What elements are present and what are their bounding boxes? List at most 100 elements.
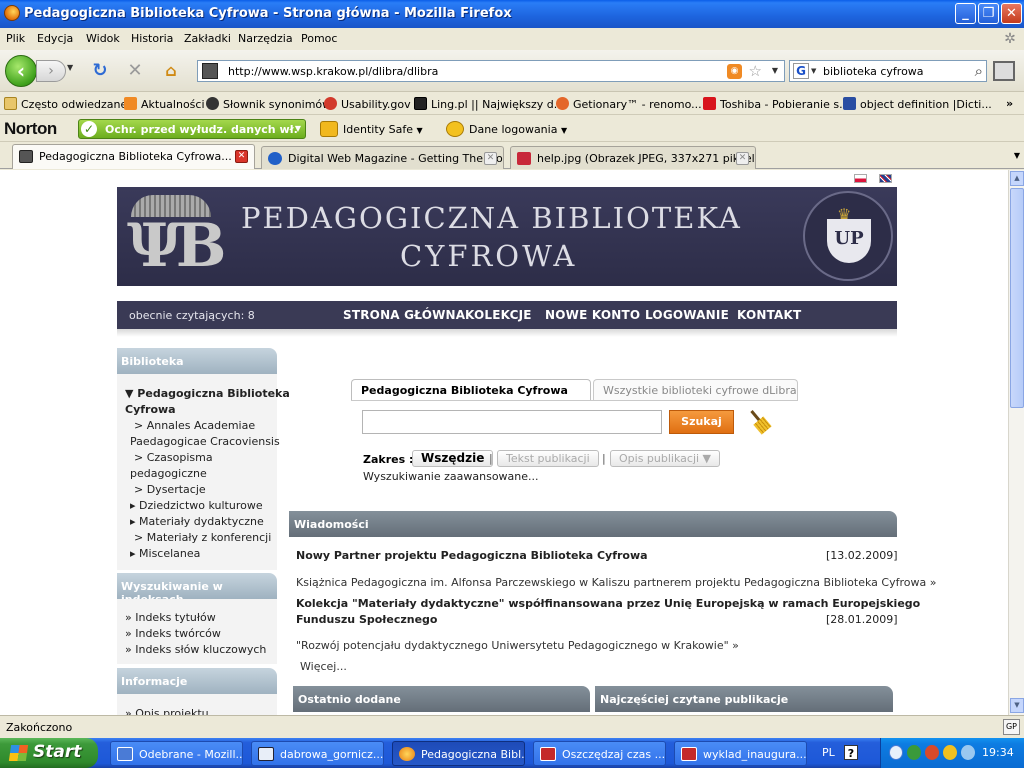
tab-list-dropdown-icon[interactable]: ▼ (1014, 151, 1020, 160)
search-button[interactable]: Szukaj (669, 410, 734, 434)
scroll-down-icon[interactable]: ▼ (1010, 698, 1024, 713)
menu-plik[interactable]: Plik (6, 32, 25, 45)
scroll-up-icon[interactable]: ▲ (1010, 171, 1024, 186)
tray-arrow-icon[interactable] (889, 745, 903, 760)
nav-logowanie[interactable]: LOGOWANIE (645, 308, 729, 322)
tab-pedagogiczna[interactable]: Pedagogiczna Biblioteka Cyfrowa... ✕ (12, 144, 255, 169)
sidebar-root-collection[interactable]: ▼ Pedagogiczna Biblioteka (125, 387, 290, 400)
sidebar-item-dziedzictwo[interactable]: ▸ Dziedzictwo kulturowe (130, 499, 263, 512)
nav-kolekcje[interactable]: KOLEKCJE (465, 308, 532, 322)
news-item-title[interactable]: Nowy Partner projektu Pedagogiczna Bibli… (296, 549, 648, 562)
taskbar-item-odebrane[interactable]: Odebrane - Mozill... (110, 741, 243, 766)
bookmark-object-definition[interactable]: object definition |Dicti... (843, 97, 992, 111)
menu-pomoc[interactable]: Pomoc (301, 32, 337, 45)
clear-broom-icon[interactable] (748, 409, 772, 435)
sidebar-item-czasopisma[interactable]: > Czasopisma (134, 451, 213, 464)
menu-zakladki[interactable]: Zakładki (184, 32, 231, 45)
sidebar-item-annales-line2[interactable]: Paedagogicae Cracoviensis (130, 435, 280, 448)
taskbar-item-pedagogiczna[interactable]: Pedagogiczna Bibl... (392, 741, 525, 766)
bookmark-star-icon[interactable]: ☆ (749, 62, 762, 80)
menu-narzedzia[interactable]: Narzędzia (238, 32, 293, 45)
bookmark-slownik[interactable]: Słownik synonimów (206, 97, 331, 111)
engine-dropdown-icon[interactable]: ▼ (811, 67, 816, 75)
magnifier-icon[interactable]: ⌕ (975, 62, 983, 80)
vertical-scrollbar[interactable]: ▲ ▼ (1008, 170, 1024, 715)
sidebar-item-miscelanea[interactable]: ▸ Miscelanea (130, 547, 200, 560)
search-box[interactable]: G ▼ biblioteka cyfrowa ⌕ (789, 60, 987, 82)
sidebar-item-annales[interactable]: > Annales Academiae (134, 419, 255, 432)
norton-phishing-status[interactable]: ✓ Ochr. przed wyłudz. danych wł. ▼ (78, 119, 306, 139)
sidebar-item-dysertacje[interactable]: > Dysertacje (134, 483, 206, 496)
home-icon[interactable]: ⌂ (160, 60, 182, 82)
advanced-search-link[interactable]: Wyszukiwanie zaawansowane... (363, 470, 539, 483)
sidebar-item-materialy-dydaktyczne[interactable]: ▸ Materiały dydaktyczne (130, 515, 264, 528)
menu-widok[interactable]: Widok (86, 32, 120, 45)
search-tab-all-libraries[interactable]: Wszystkie biblioteki cyfrowe dLibra (593, 379, 798, 401)
rss-feed-icon[interactable]: ◉ (727, 64, 742, 79)
bookmarks-more-chevron[interactable]: » (1006, 97, 1013, 110)
search-input[interactable] (362, 410, 662, 434)
taskbar-item-dabrowa[interactable]: dabrowa_gornicz... (251, 741, 384, 766)
tray-volume-icon[interactable] (961, 745, 975, 760)
language-indicator[interactable]: PL (822, 746, 835, 759)
nav-nowe-konto[interactable]: NOWE KONTO (545, 308, 640, 322)
news-item-title[interactable]: Kolekcja "Materiały dydaktyczne" współfi… (296, 597, 920, 610)
nav-kontakt[interactable]: KONTAKT (737, 308, 801, 322)
identity-safe-button[interactable]: Identity Safe ▼ (320, 121, 423, 137)
sidebar-item-materialy-konferencji[interactable]: > Materiały z konferencji (134, 531, 271, 544)
tab-digital-web[interactable]: Digital Web Magazine - Getting The Mo...… (261, 146, 504, 169)
menu-historia[interactable]: Historia (131, 32, 173, 45)
gp-icon[interactable]: GP (1003, 719, 1020, 735)
flag-english-icon[interactable] (878, 174, 892, 183)
sidebar-index-keywords[interactable]: » Indeks słów kluczowych (125, 643, 266, 656)
news-item-text[interactable]: Książnica Pedagogiczna im. Alfonsa Parcz… (296, 576, 936, 589)
taskbar-item-wyklad[interactable]: wyklad_inaugura... (674, 741, 807, 766)
search-query: biblioteka cyfrowa (823, 65, 924, 78)
google-engine-icon[interactable]: G (793, 63, 809, 79)
forward-button[interactable]: › (36, 60, 66, 82)
scroll-thumb[interactable] (1010, 188, 1024, 408)
bookmark-czesto-odwiedzane[interactable]: Często odwiedzane (4, 97, 127, 111)
back-button[interactable]: ‹ (5, 55, 37, 87)
stop-icon[interactable]: ✕ (124, 60, 146, 82)
sidebar-root-collection-line2[interactable]: Cyfrowa (125, 403, 176, 416)
address-bar[interactable]: http://www.wsp.krakow.pl/dlibra/dlibra ◉… (197, 60, 785, 82)
start-button[interactable]: Start (0, 738, 98, 768)
menu-edycja[interactable]: Edycja (37, 32, 73, 45)
taskbar-item-oszczedzaj[interactable]: Oszczędzaj czas ... (533, 741, 666, 766)
close-tab-icon[interactable]: ✕ (235, 150, 248, 163)
bookmark-toshiba[interactable]: Toshiba - Pobieranie s... (703, 97, 850, 111)
tray-norton-icon[interactable] (943, 745, 957, 760)
nav-strona-glowna[interactable]: STRONA GŁÓWNA (343, 308, 465, 322)
window-switch-icon[interactable] (993, 61, 1015, 81)
tray-network-icon[interactable] (907, 745, 921, 760)
sidebar-index-titles[interactable]: » Indeks tytułów (125, 611, 216, 624)
scope-text-button[interactable]: Tekst publikacji (497, 450, 599, 467)
search-tab-local[interactable]: Pedagogiczna Biblioteka Cyfrowa (351, 379, 591, 401)
news-more-link[interactable]: Więcej... (300, 660, 347, 673)
bookmark-getionary[interactable]: Getionary™ - renomo... (556, 97, 702, 111)
sidebar-item-czasopisma-line2[interactable]: pedagogiczne (130, 467, 207, 480)
tab-help-jpg[interactable]: help.jpg (Obrazek JPEG, 337x271 pikseli)… (510, 146, 756, 169)
news-item-title-line2[interactable]: Funduszu Społecznego (296, 613, 438, 626)
sidebar-index-creators[interactable]: » Indeks twórców (125, 627, 221, 640)
close-button[interactable]: ✕ (1001, 3, 1022, 24)
login-data-button[interactable]: Dane logowania ▼ (446, 121, 567, 137)
history-dropdown-icon[interactable]: ▼ (67, 63, 73, 72)
news-item-text[interactable]: "Rozwój potencjału dydaktycznego Uniwers… (296, 639, 739, 652)
url-dropdown-icon[interactable]: ▼ (772, 66, 778, 75)
scope-everywhere-button[interactable]: Wszędzie (412, 450, 494, 467)
scope-description-dropdown[interactable]: Opis publikacji ▼ (610, 450, 721, 467)
bookmark-aktualnosci[interactable]: Aktualności (124, 97, 205, 111)
tray-security-icon[interactable] (925, 745, 939, 760)
help-icon[interactable]: ? (844, 745, 858, 760)
reload-icon[interactable]: ↻ (89, 60, 111, 82)
close-tab-icon[interactable]: ✕ (736, 152, 749, 165)
sidebar-info-project[interactable]: » Opis projektu (125, 707, 209, 715)
close-tab-icon[interactable]: ✕ (484, 152, 497, 165)
minimize-button[interactable]: _ (955, 3, 976, 24)
restore-button[interactable]: ❐ (978, 3, 999, 24)
bookmark-ling[interactable]: Ling.pl || Największy d... (414, 97, 564, 111)
bookmark-usability[interactable]: Usability.gov (324, 97, 411, 111)
flag-polish-icon[interactable] (854, 174, 867, 183)
